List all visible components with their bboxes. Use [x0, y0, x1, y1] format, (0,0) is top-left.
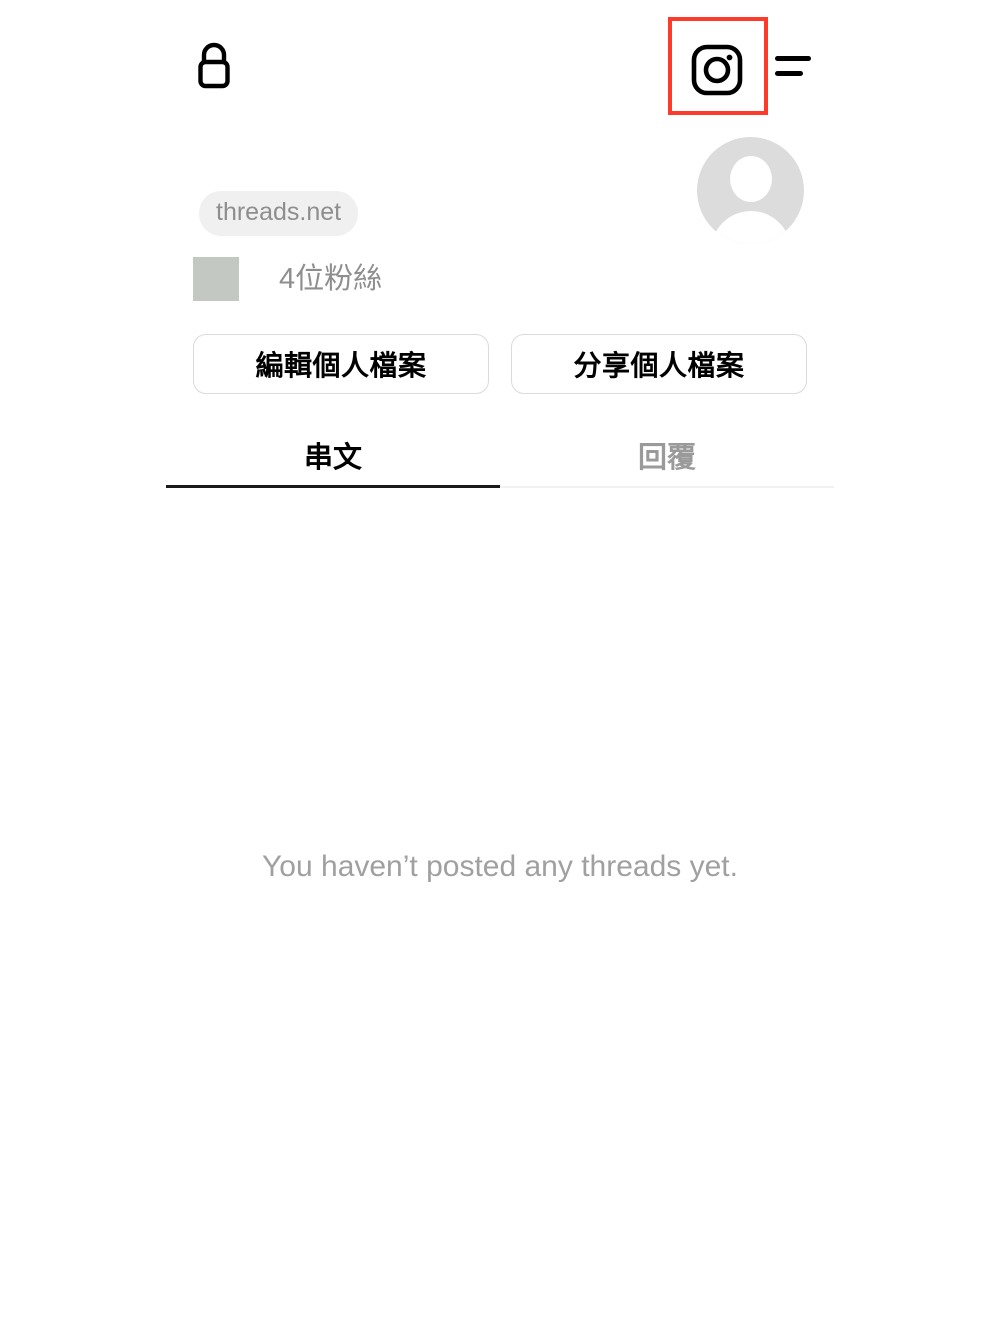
edit-profile-button[interactable]: 編輯個人檔案	[193, 334, 489, 394]
avatar[interactable]	[697, 137, 804, 244]
tab-replies[interactable]: 回覆	[500, 422, 834, 488]
tab-threads[interactable]: 串文	[166, 422, 500, 488]
bottom-navigation-bar	[0, 1233, 1000, 1333]
empty-state-message: You haven’t posted any threads yet.	[262, 850, 738, 883]
avatar-body-shape	[710, 211, 791, 244]
hamburger-menu-icon[interactable]	[775, 52, 811, 80]
followers-count-label: 4位粉絲	[279, 263, 383, 295]
lock-icon[interactable]	[193, 41, 235, 91]
tab-replies-underline	[500, 486, 834, 488]
redaction-block	[193, 257, 239, 301]
threads-profile-screen: threads.net 4位粉絲 編輯個人檔案 分享個人檔案 串文 回覆 You…	[0, 0, 1000, 1333]
threads-net-badge[interactable]: threads.net	[199, 190, 359, 236]
profile-header: threads.net 4位粉絲	[0, 125, 1000, 315]
profile-text-column: threads.net 4位粉絲	[193, 125, 663, 301]
profile-action-buttons: 編輯個人檔案 分享個人檔案	[193, 334, 807, 394]
menu-line-top	[775, 56, 811, 61]
tab-threads-underline	[166, 485, 500, 488]
tab-threads-label: 串文	[303, 442, 362, 474]
profile-tabs: 串文 回覆	[166, 422, 834, 488]
profile-username-row: threads.net	[193, 190, 663, 236]
avatar-head-shape	[729, 156, 772, 202]
followers-row[interactable]: 4位粉絲	[193, 257, 663, 301]
profile-display-name	[193, 125, 663, 173]
share-profile-button[interactable]: 分享個人檔案	[511, 334, 807, 394]
instagram-icon[interactable]	[691, 44, 743, 96]
tab-replies-label: 回覆	[637, 442, 696, 474]
top-bar	[0, 0, 1000, 125]
menu-line-bottom	[775, 71, 803, 76]
